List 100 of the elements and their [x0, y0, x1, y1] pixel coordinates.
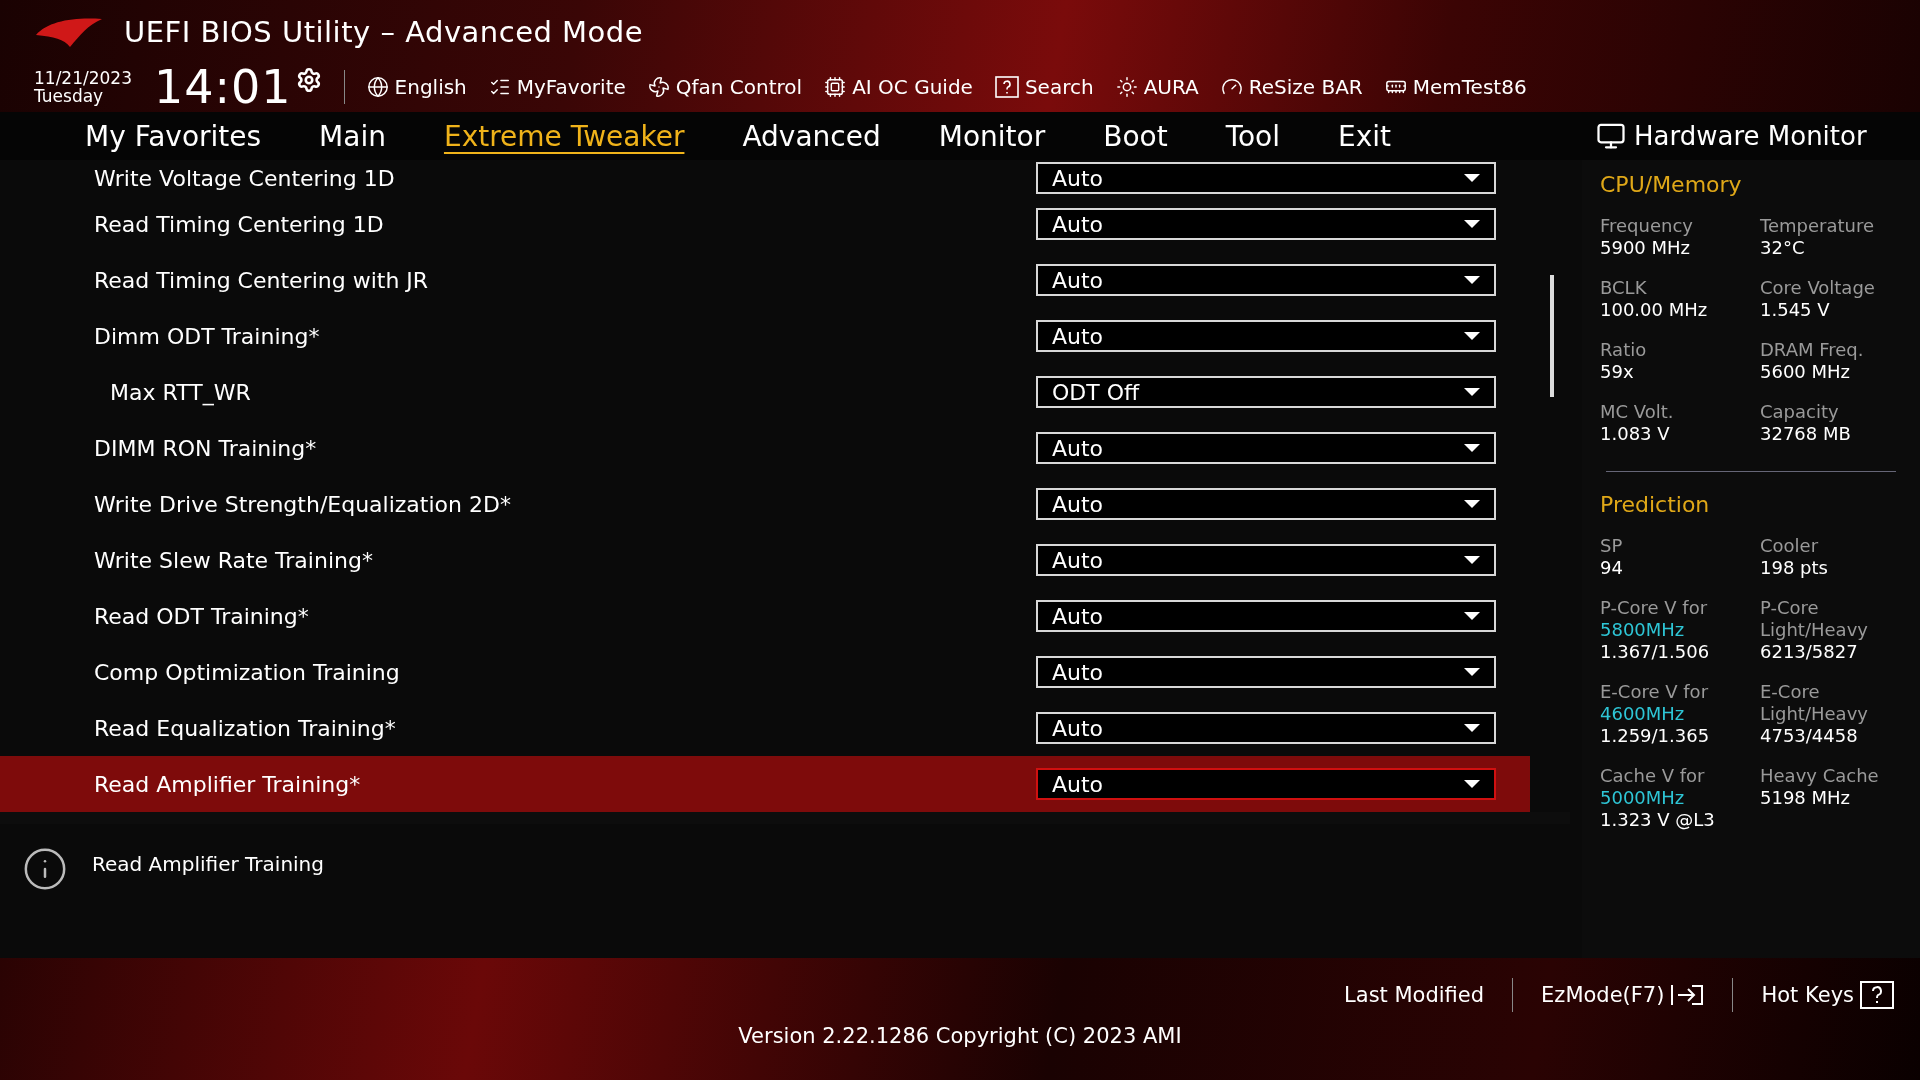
- metric-frequency: 5800MHz: [1600, 619, 1686, 641]
- menu-tab[interactable]: Extreme Tweaker: [414, 119, 714, 153]
- caret-icon: [1464, 276, 1480, 284]
- setting-row[interactable]: Write Slew Rate Training* Auto: [0, 532, 1530, 588]
- metric-value: 5198 MHz: [1760, 787, 1852, 809]
- menu-tab[interactable]: Main: [290, 119, 415, 153]
- setting-row[interactable]: Read ODT Training* Auto: [0, 588, 1530, 644]
- metric-label: Frequency: [1600, 215, 1694, 237]
- metric-label: MC Volt.: [1600, 401, 1675, 423]
- setting-label: Dimm ODT Training*: [94, 323, 320, 349]
- section-title: Prediction: [1600, 492, 1711, 517]
- setting-row[interactable]: Read Equalization Training* Auto: [0, 700, 1530, 756]
- panel-title: Hardware Monitor: [1634, 121, 1867, 151]
- version-text: Version 2.22.1286 Copyright (C) 2023 AMI: [738, 1024, 1182, 1048]
- metric-label: Temperature: [1760, 215, 1876, 237]
- setting-row[interactable]: Read Timing Centering with JR Auto: [0, 252, 1530, 308]
- caret-icon: [1464, 780, 1480, 788]
- globe-icon: [366, 76, 389, 98]
- caret-icon: [1464, 668, 1480, 676]
- setting-label: Max RTT_WR: [109, 379, 251, 405]
- metric-value: 1.323 V @L3: [1600, 809, 1716, 831]
- setting-label: Comp Optimization Training: [94, 659, 400, 685]
- setting-label: Read Timing Centering 1D: [94, 211, 384, 237]
- menu-tab[interactable]: Monitor: [909, 119, 1075, 153]
- caret-icon: [1464, 388, 1480, 396]
- metric-label: P-Core Light/Heavy: [1760, 597, 1869, 641]
- footer-button[interactable]: EzMode(F7): [1541, 983, 1705, 1007]
- menu-tab[interactable]: Advanced: [713, 119, 910, 153]
- selected-row[interactable]: Read Amplifier Training* Auto: [0, 756, 1530, 812]
- setting-label: Read ODT Training*: [94, 603, 309, 629]
- date-text: 11/21/2023: [34, 69, 132, 87]
- setting-row[interactable]: Write Voltage Centering 1D Auto: [0, 160, 1530, 196]
- menu-tab[interactable]: Tool: [1196, 119, 1310, 153]
- caret-icon: [1464, 500, 1480, 508]
- metric-label: E-Core V for: [1600, 681, 1710, 703]
- toolbar-button[interactable]: MyFavorite: [488, 75, 626, 99]
- dropdown[interactable]: Auto: [1036, 320, 1496, 352]
- fan-icon: [647, 76, 670, 98]
- day-text: Tuesday: [34, 87, 105, 105]
- setting-label: Read Timing Centering with JR: [94, 267, 429, 293]
- dropdown[interactable]: Auto: [1036, 432, 1496, 464]
- dropdown[interactable]: Auto: [1036, 712, 1496, 744]
- exit-arrow-icon: [1670, 983, 1705, 1007]
- setting-row[interactable]: Max RTT_WR ODT Off: [0, 364, 1530, 420]
- setting-label: Read Amplifier Training*: [94, 771, 361, 797]
- dropdown[interactable]: Auto: [1036, 768, 1496, 800]
- metric-value: 32768 MB: [1760, 423, 1852, 445]
- metric-label: Cache V for: [1600, 765, 1706, 787]
- menu-tab[interactable]: Boot: [1074, 119, 1197, 153]
- dropdown[interactable]: Auto: [1036, 544, 1496, 576]
- sun-icon: [1115, 76, 1138, 98]
- metric-value: 1.545 V: [1760, 299, 1831, 321]
- metric-value: 94: [1600, 557, 1624, 579]
- setting-row[interactable]: Dimm ODT Training* Auto: [0, 308, 1530, 364]
- footer-button[interactable]: Last Modified: [1344, 983, 1485, 1007]
- settings-icon[interactable]: [295, 67, 322, 93]
- metric-value: 6213/5827: [1760, 641, 1859, 663]
- toolbar-button[interactable]: AURA: [1115, 75, 1199, 99]
- toolbar-button[interactable]: MemTest86: [1384, 75, 1527, 99]
- caret-icon: [1464, 612, 1480, 620]
- dropdown[interactable]: Auto: [1036, 264, 1496, 296]
- dropdown[interactable]: Auto: [1036, 600, 1496, 632]
- setting-label: Read Equalization Training*: [94, 715, 396, 741]
- dropdown[interactable]: Auto: [1036, 208, 1496, 240]
- footer-button[interactable]: Hot Keys: [1761, 981, 1894, 1009]
- menu-tab[interactable]: Exit: [1309, 119, 1421, 153]
- metric-label: Ratio: [1600, 339, 1648, 361]
- metric-value: 100.00 MHz: [1600, 299, 1709, 321]
- setting-label: Write Drive Strength/Equalization 2D*: [94, 491, 511, 517]
- info-icon: [22, 846, 68, 892]
- metric-value: 4753/4458: [1760, 725, 1859, 747]
- metric-label: E-Core Light/Heavy: [1760, 681, 1869, 725]
- metric-label: SP: [1600, 535, 1624, 557]
- help-icon: [994, 76, 1019, 98]
- toolbar-button[interactable]: Qfan Control: [647, 75, 803, 99]
- toolbar-button[interactable]: ReSize BAR: [1220, 75, 1363, 99]
- setting-row[interactable]: DIMM RON Training* Auto: [0, 420, 1530, 476]
- setting-row[interactable]: Comp Optimization Training Auto: [0, 644, 1530, 700]
- toolbar-button[interactable]: English: [366, 75, 467, 99]
- setting-row[interactable]: Read Timing Centering 1D Auto: [0, 196, 1530, 252]
- metric-value: 59x: [1600, 361, 1635, 383]
- scrollbar[interactable]: [1550, 275, 1554, 397]
- caret-icon: [1464, 724, 1480, 732]
- dropdown[interactable]: ODT Off: [1036, 376, 1496, 408]
- section-title: CPU/Memory: [1600, 172, 1743, 197]
- setting-row[interactable]: Write Drive Strength/Equalization 2D* Auto: [0, 476, 1530, 532]
- setting-label: Write Voltage Centering 1D: [94, 165, 395, 191]
- dropdown[interactable]: Auto: [1036, 656, 1496, 688]
- menu-tab[interactable]: My Favorites: [56, 119, 291, 153]
- metric-value: 5600 MHz: [1760, 361, 1852, 383]
- metric-frequency: 5000MHz: [1600, 787, 1686, 809]
- monitor-icon: [1596, 121, 1626, 151]
- setting-label: DIMM RON Training*: [94, 435, 317, 461]
- dropdown[interactable]: Auto: [1036, 488, 1496, 520]
- metric-value: 5900 MHz: [1600, 237, 1692, 259]
- caret-icon: [1464, 174, 1480, 182]
- chip-icon: [824, 76, 847, 98]
- toolbar-button[interactable]: AI OC Guide: [824, 75, 973, 99]
- toolbar-button[interactable]: Search: [994, 75, 1094, 99]
- dropdown[interactable]: Auto: [1036, 162, 1496, 194]
